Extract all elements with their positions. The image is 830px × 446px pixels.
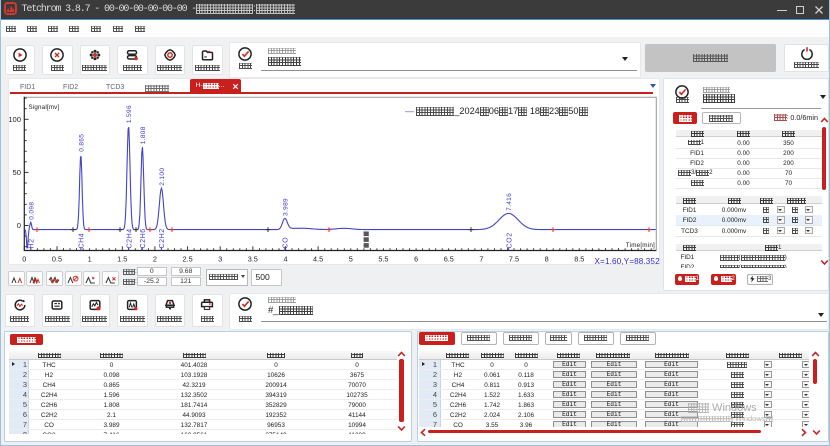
svg-text:2.100: 2.100 (159, 168, 166, 186)
svg-text:Time[min]: Time[min] (626, 242, 655, 249)
svg-text:5: 5 (349, 255, 353, 264)
svg-text:7.5: 7.5 (509, 255, 519, 264)
svg-text:1.5: 1.5 (117, 255, 127, 264)
svg-text:4.5: 4.5 (313, 255, 323, 264)
svg-text:8: 8 (545, 255, 549, 264)
svg-text:3.989: 3.989 (282, 198, 289, 216)
svg-text:0: 0 (17, 221, 21, 230)
svg-text:2.5: 2.5 (183, 255, 193, 264)
svg-text:4: 4 (283, 255, 287, 264)
svg-text:3: 3 (218, 255, 222, 264)
svg-text:CO2: CO2 (506, 232, 513, 248)
svg-text:50: 50 (13, 168, 21, 177)
svg-text:1.808: 1.808 (140, 126, 147, 144)
svg-text:CH4: CH4 (79, 233, 86, 249)
svg-text:8.5: 8.5 (574, 255, 584, 264)
svg-text:C2H6: C2H6 (140, 228, 147, 248)
svg-text:X=1.60,Y=88.352: X=1.60,Y=88.352 (595, 257, 661, 266)
svg-text:2: 2 (153, 255, 157, 264)
svg-text:6.5: 6.5 (444, 255, 454, 264)
svg-text:5.5: 5.5 (378, 255, 388, 264)
svg-text:0.865: 0.865 (78, 134, 85, 152)
svg-text:C2H4: C2H4 (126, 228, 133, 248)
svg-text:1.596: 1.596 (126, 105, 133, 123)
svg-text:1: 1 (88, 255, 92, 264)
svg-text:C2H2: C2H2 (159, 228, 166, 248)
svg-text:0.098: 0.098 (28, 202, 35, 220)
svg-text:H2: H2 (29, 238, 36, 248)
svg-text:6: 6 (414, 255, 418, 264)
svg-text:0: 0 (22, 255, 26, 264)
svg-text:CO: CO (283, 237, 290, 249)
svg-text:7: 7 (479, 255, 483, 264)
svg-text:3.5: 3.5 (248, 255, 258, 264)
svg-text:Signal[mv]: Signal[mv] (29, 104, 60, 111)
svg-text:0.5: 0.5 (52, 255, 62, 264)
svg-text:7.416: 7.416 (506, 193, 513, 211)
svg-text:100: 100 (8, 115, 21, 124)
